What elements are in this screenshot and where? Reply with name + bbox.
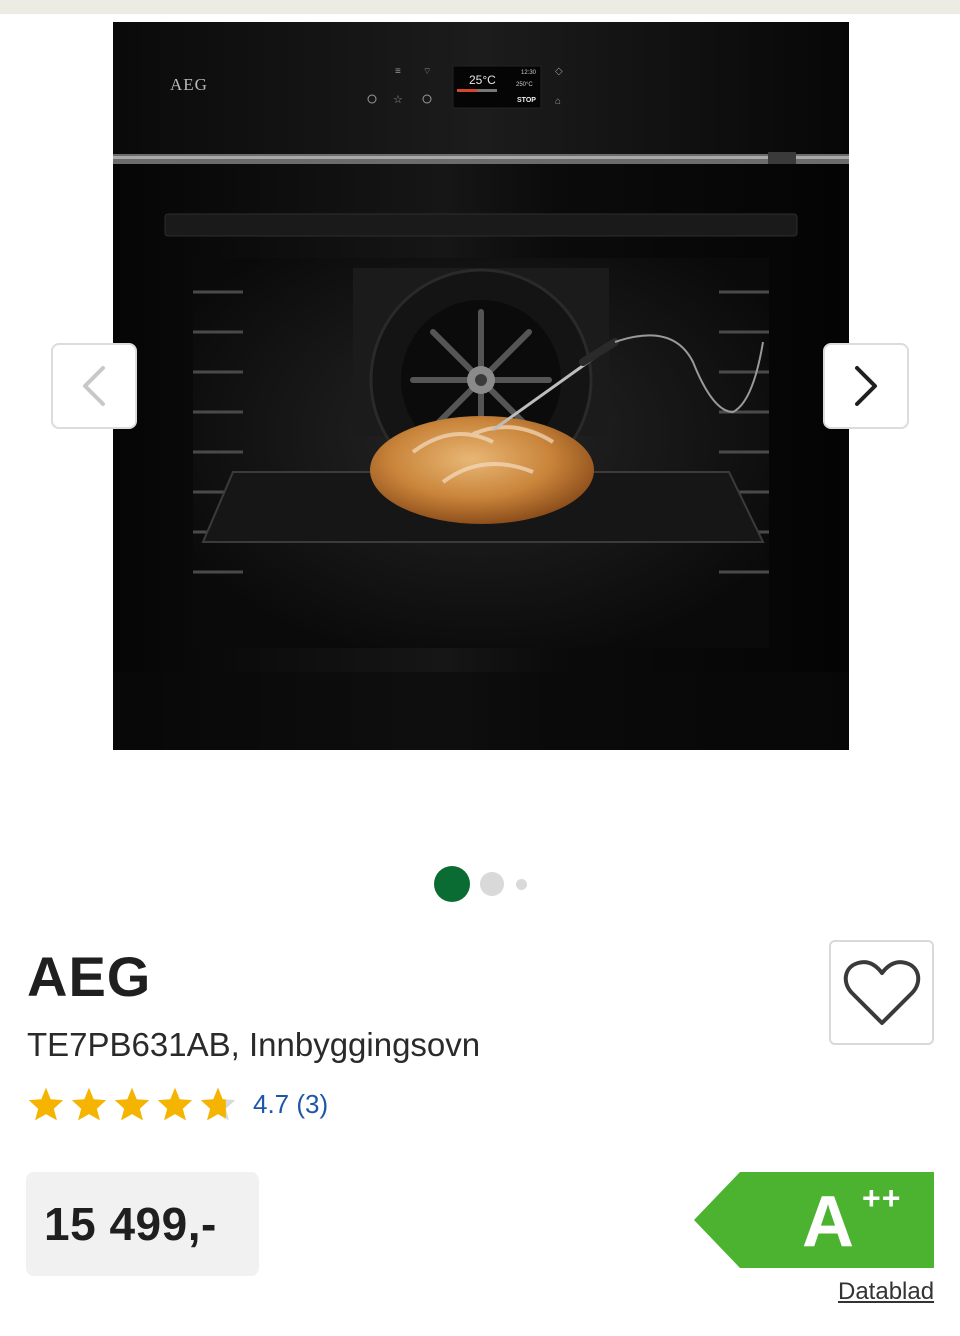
svg-text:⌂: ⌂ [555, 96, 561, 107]
energy-class-plus: ++ [862, 1180, 902, 1216]
gallery-pagination [0, 866, 960, 902]
svg-text:⌔: ⌔ [423, 66, 431, 76]
oven-logo: AEG [170, 75, 208, 94]
top-bar [0, 0, 960, 14]
chevron-left-icon [83, 366, 105, 406]
star-icon [114, 1087, 150, 1121]
pagination-dot-active[interactable] [433, 866, 470, 902]
svg-text:≡: ≡ [395, 66, 401, 77]
star-icon [71, 1087, 107, 1121]
pagination-dot[interactable] [515, 878, 527, 890]
chevron-right-icon [855, 366, 877, 406]
product-rating[interactable]: 4.7 (3) [27, 1082, 328, 1126]
price-box: 15 499,- [26, 1172, 259, 1276]
previous-image-button[interactable] [51, 343, 137, 429]
next-image-button[interactable] [823, 343, 909, 429]
svg-text:☆: ☆ [393, 94, 403, 106]
pagination-dot[interactable] [479, 872, 504, 896]
energy-class: A [802, 1182, 854, 1262]
display-stop: STOP [517, 97, 536, 104]
product-price: 15 499,- [44, 1198, 217, 1250]
product-image: AEG ≡ ⌔ ☆ ◇ ⌂ 25°C 12:30 250°C STOP [113, 22, 849, 750]
datasheet-link[interactable]: Datablad [838, 1278, 934, 1306]
star-half-icon [200, 1087, 236, 1121]
star-icon [28, 1087, 64, 1121]
rating-stars [27, 1086, 237, 1122]
heart-icon [843, 959, 920, 1025]
display-clock: 12:30 [521, 70, 537, 76]
favorite-button[interactable] [829, 940, 934, 1045]
star-icon [157, 1087, 193, 1121]
product-brand[interactable]: AEG [27, 944, 151, 1009]
product-gallery: AEG ≡ ⌔ ☆ ◇ ⌂ 25°C 12:30 250°C STOP [0, 14, 960, 854]
svg-text:◇: ◇ [555, 66, 563, 77]
rating-text[interactable]: 4.7 (3) [253, 1089, 328, 1120]
display-set-temp: 250°C [516, 82, 533, 88]
display-temp: 25°C [469, 73, 496, 87]
product-model: TE7PB631AB, Innbyggingsovn [27, 1026, 481, 1063]
